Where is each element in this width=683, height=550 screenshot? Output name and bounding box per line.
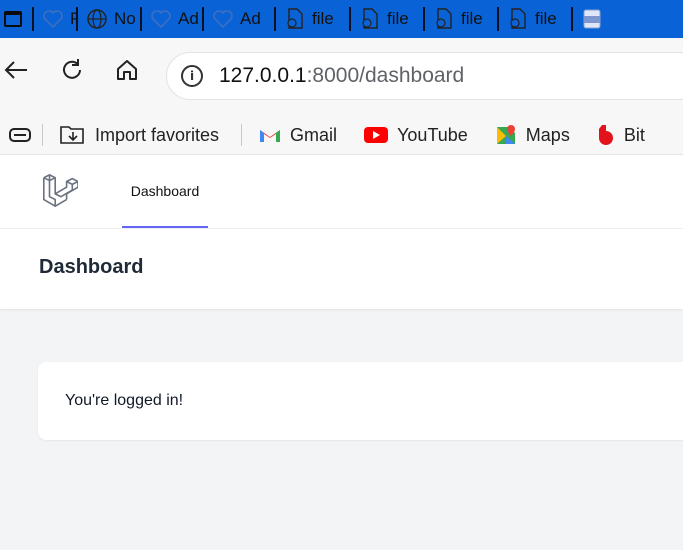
browser-tab[interactable]: Ad	[202, 0, 274, 38]
browser-tab[interactable]: file	[349, 0, 423, 38]
window-menu-icon[interactable]	[4, 11, 22, 27]
url-host: 127.0.0.1	[219, 64, 307, 87]
reload-button[interactable]	[56, 54, 88, 86]
file-icon	[507, 8, 529, 30]
file-icon	[284, 8, 306, 30]
app-navigation: Dashboard	[0, 155, 683, 229]
address-bar[interactable]: i 127.0.0.1:8000/dashboard	[166, 52, 683, 100]
reload-icon	[63, 59, 81, 79]
page-header: Dashboard	[0, 229, 683, 309]
favorite-label: Bit	[623, 124, 645, 145]
browser-toolbar: i 127.0.0.1:8000/dashboard	[0, 38, 683, 116]
favorite-label: Gmail	[290, 124, 338, 145]
laravel-logo-icon[interactable]	[40, 172, 78, 210]
collections-icon[interactable]	[8, 126, 32, 144]
pdf-icon	[581, 8, 603, 30]
favorite-label: YouTube	[397, 124, 468, 145]
file-icon	[433, 8, 455, 30]
tab-label: file	[535, 9, 557, 28]
browser-tab-strip: Pro No Ad Ad file file file file	[0, 0, 683, 38]
browser-tab[interactable]: file	[423, 0, 497, 38]
favorite-maps[interactable]: Maps	[494, 123, 570, 147]
heart-icon	[42, 8, 64, 30]
site-info-icon[interactable]: i	[181, 65, 203, 87]
maps-icon	[494, 123, 518, 147]
browser-tab[interactable]: Ad	[140, 0, 202, 38]
back-button[interactable]	[0, 54, 32, 86]
tab-label: Ad	[240, 9, 261, 28]
tab-label: Ad	[178, 9, 199, 28]
file-icon	[359, 8, 381, 30]
home-icon	[117, 60, 137, 80]
tab-label: No	[114, 9, 136, 28]
favorite-label: Maps	[525, 124, 570, 145]
browser-tab[interactable]: No	[76, 0, 140, 38]
tab-label: file	[312, 9, 334, 28]
youtube-icon	[363, 126, 389, 144]
browser-tab[interactable]: file	[274, 0, 349, 38]
favorite-import[interactable]: Import favorites	[59, 123, 219, 147]
favorite-bit[interactable]: Bit	[596, 123, 645, 147]
page-title: Dashboard	[39, 256, 144, 278]
browser-tab[interactable]	[571, 0, 611, 38]
divider	[42, 124, 43, 146]
browser-tab[interactable]: Pro	[32, 0, 76, 38]
home-button[interactable]	[111, 54, 143, 86]
bit-icon	[596, 123, 616, 147]
divider	[241, 124, 243, 146]
tab-label: file	[387, 9, 409, 28]
content-card: You're logged in!	[38, 362, 683, 440]
gmail-icon	[258, 126, 282, 144]
nav-link-dashboard[interactable]: Dashboard	[122, 155, 208, 228]
globe-icon	[86, 8, 108, 30]
heart-icon	[212, 8, 234, 30]
favorite-youtube[interactable]: YouTube	[363, 125, 468, 146]
browser-tab[interactable]: file	[497, 0, 571, 38]
arrow-left-icon	[4, 61, 27, 79]
favorites-bar: Import favorites Gmail YouTube Maps Bit	[0, 116, 683, 155]
tab-label: file	[461, 9, 483, 28]
favorite-gmail[interactable]: Gmail	[258, 125, 337, 146]
heart-icon	[150, 8, 172, 30]
status-message: You're logged in!	[65, 392, 184, 409]
favorite-label: Import favorites	[95, 124, 220, 145]
url-path: :8000/dashboard	[306, 64, 465, 87]
import-favorites-icon	[59, 123, 87, 147]
